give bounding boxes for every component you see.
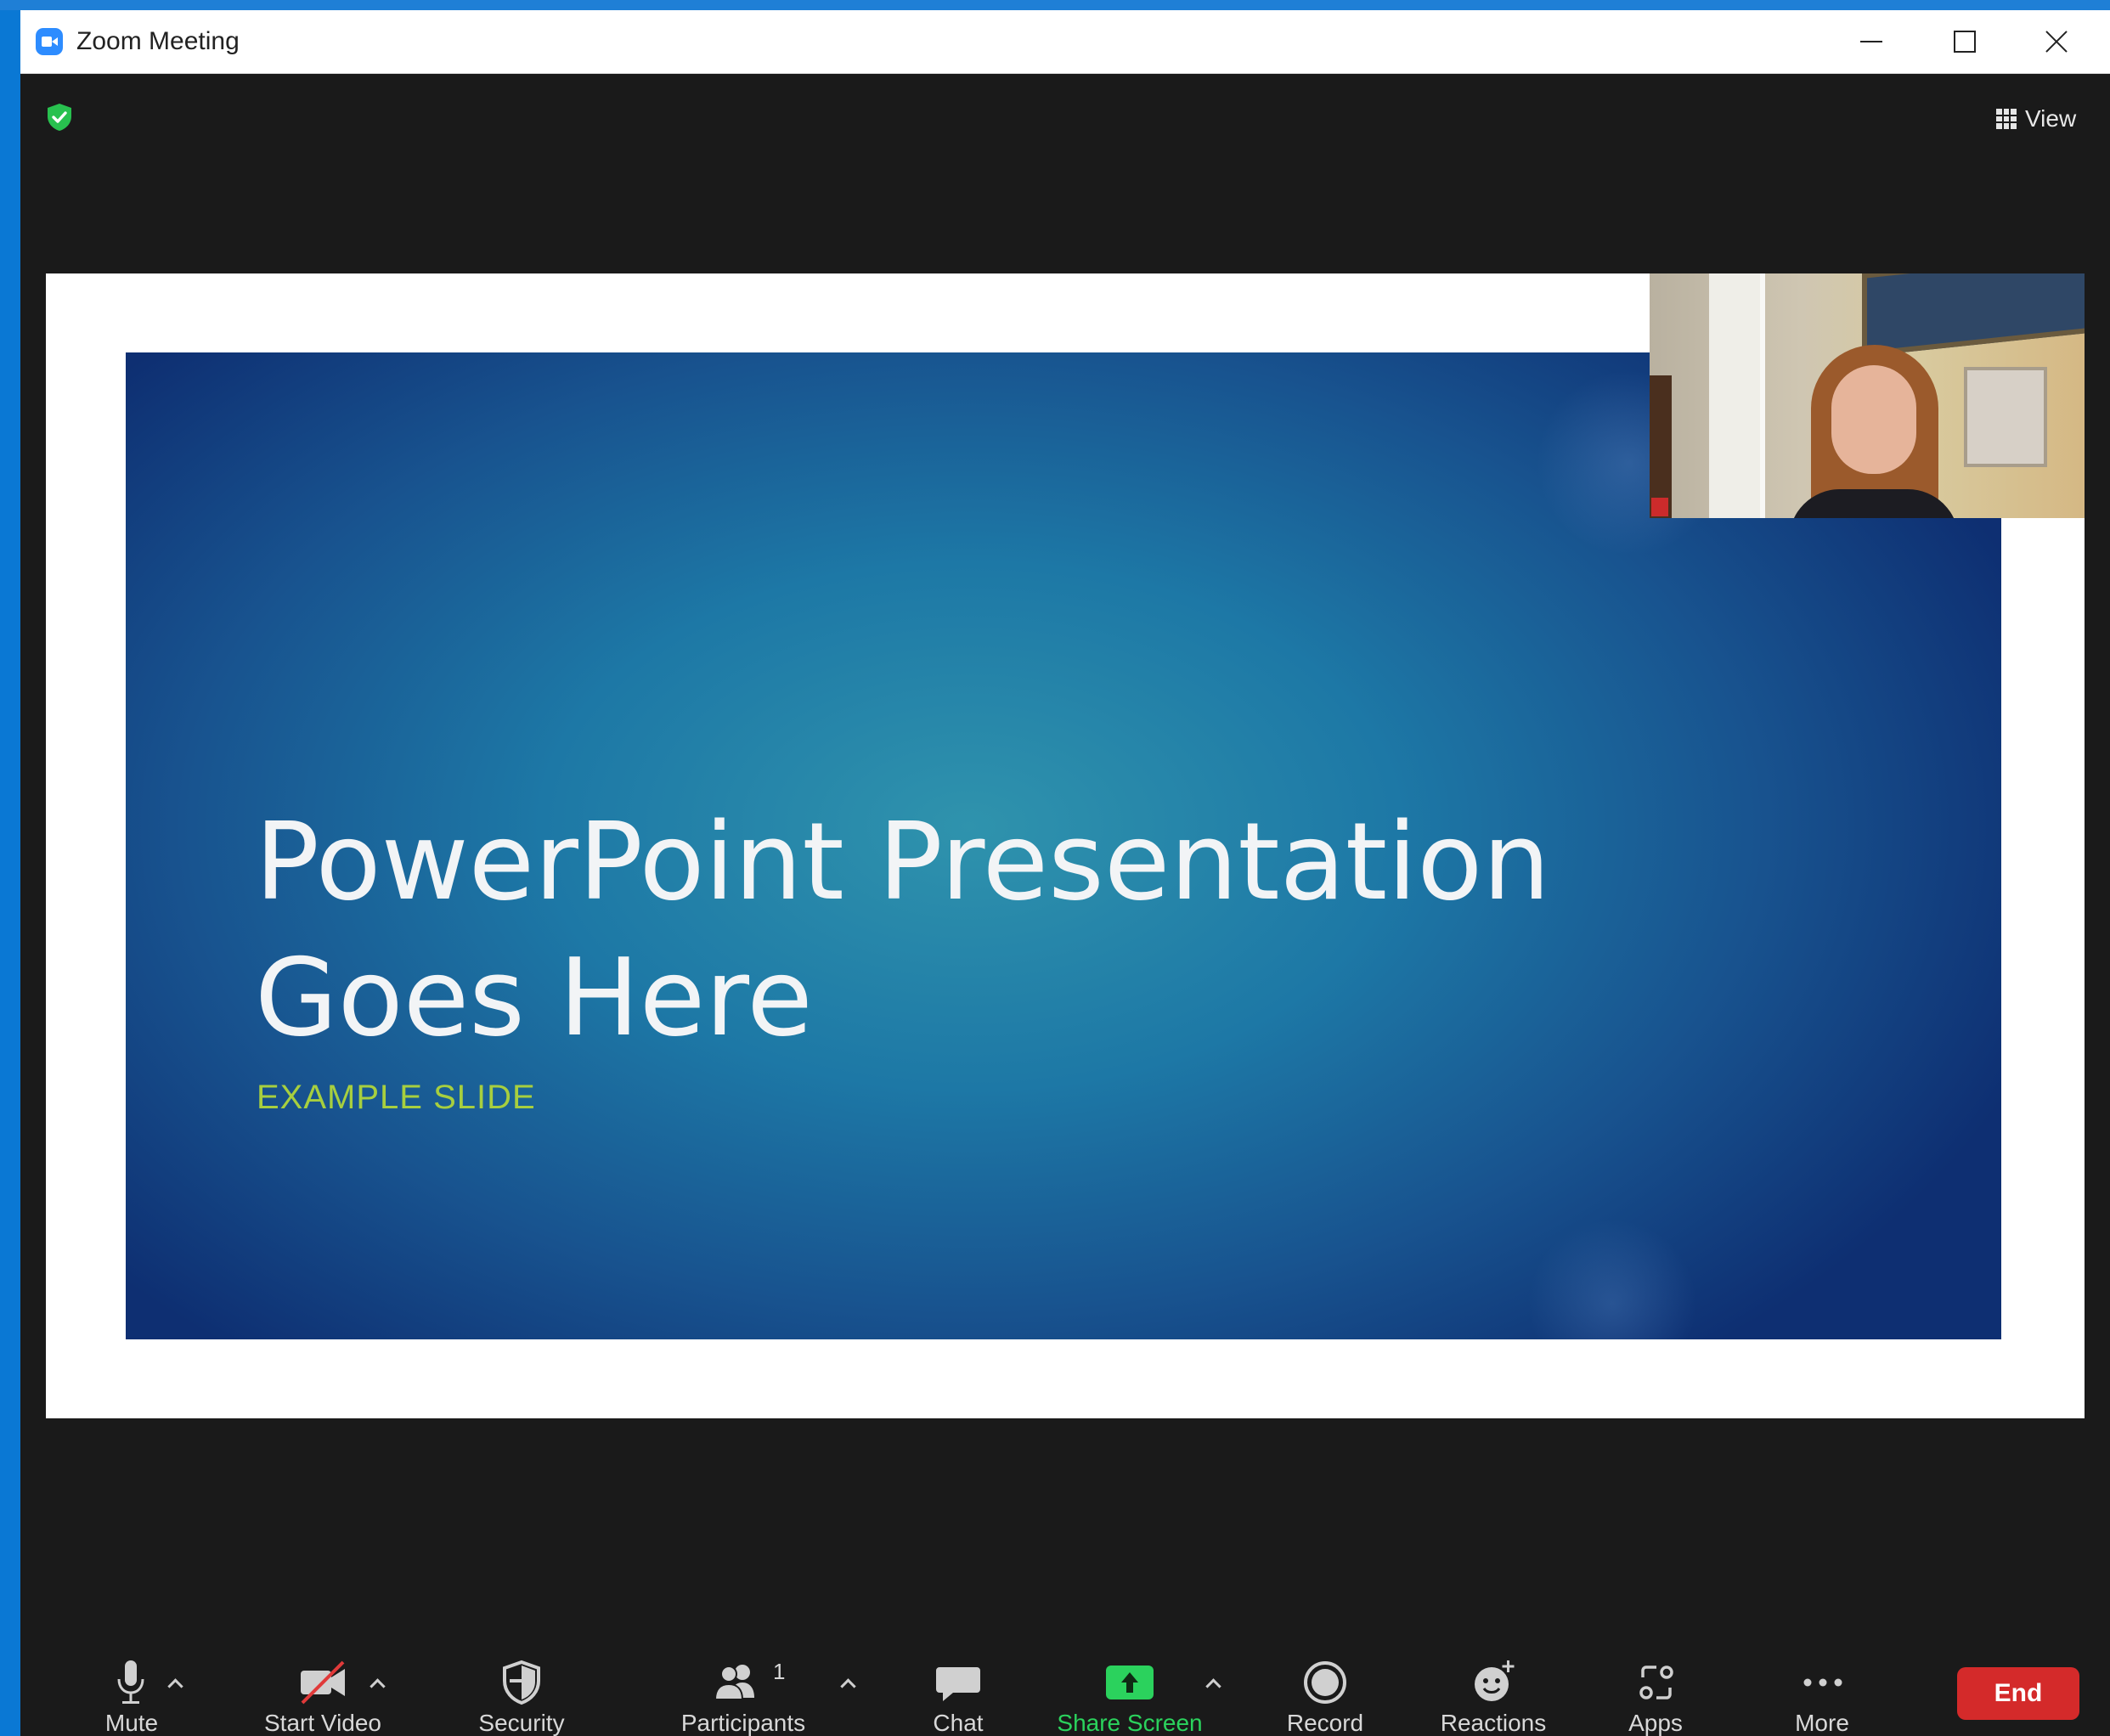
ellipsis-icon [1797,1659,1848,1706]
share-options-caret[interactable] [1205,1677,1221,1694]
chevron-up-icon [840,1678,856,1694]
participants-options-caret[interactable] [840,1677,856,1694]
slide-title: PowerPoint Presentation Goes Here [255,794,1937,1066]
chat-button[interactable]: Chat [900,1628,1016,1736]
chat-label: Chat [933,1710,984,1736]
microphone-icon [105,1659,156,1706]
title-bar: Zoom Meeting [20,10,2110,74]
start-video-label: Start Video [263,1710,382,1736]
security-label: Security [478,1710,565,1736]
zoom-camera-icon [36,28,63,55]
more-label: More [1795,1710,1849,1736]
screen-top-strip [0,0,2110,10]
close-button[interactable] [2022,19,2090,65]
meeting-toolbar: Mute Start Video Security 1 Participants… [20,1628,2110,1736]
apps-button[interactable]: Apps [1600,1628,1711,1736]
shield-icon [496,1659,547,1706]
more-button[interactable]: More [1767,1628,1877,1736]
participants-count: 1 [773,1659,786,1684]
record-button[interactable]: Record [1266,1628,1385,1736]
security-button[interactable]: Security [445,1628,598,1736]
participant-video-thumbnail[interactable] [1650,273,2085,518]
zoom-window: Zoom Meeting View PowerPoint Presentatio… [20,10,2110,1736]
minimize-icon [1860,41,1882,42]
participants-button[interactable]: 1 Participants [663,1628,824,1736]
minimize-button[interactable] [1835,19,1903,65]
participants-label: Participants [680,1710,806,1736]
share-screen-label: Share Screen [1057,1710,1203,1736]
view-label: View [2025,105,2077,132]
share-arrow-icon [1104,1659,1155,1706]
share-screen-button[interactable]: Share Screen [1045,1628,1215,1736]
record-icon [1300,1659,1351,1706]
slide-title-line-1: PowerPoint Presentation [255,799,1551,924]
record-label: Record [1286,1710,1364,1736]
video-options-caret[interactable] [370,1677,386,1694]
speech-bubble-icon [933,1659,984,1706]
mute-label: Mute [104,1710,159,1736]
apps-icon [1631,1659,1682,1706]
apps-label: Apps [1628,1710,1683,1736]
slide-title-line-2: Goes Here [255,935,813,1060]
people-icon [710,1659,778,1706]
audio-options-caret[interactable] [167,1677,183,1694]
smiley-plus-icon [1468,1659,1519,1706]
grid-icon [1996,109,2017,129]
maximize-button[interactable] [1928,19,1996,65]
view-button[interactable]: View [1988,97,2088,139]
end-meeting-button[interactable]: End [1957,1667,2079,1720]
muted-mic-icon [1651,498,1668,516]
video-off-icon [297,1659,348,1706]
shield-check-icon[interactable] [44,102,75,132]
window-title: Zoom Meeting [76,27,240,55]
maximize-icon [1954,31,1976,53]
slide-subtitle: EXAMPLE SLIDE [257,1079,536,1116]
reactions-label: Reactions [1440,1710,1547,1736]
reactions-button[interactable]: Reactions [1419,1628,1568,1736]
